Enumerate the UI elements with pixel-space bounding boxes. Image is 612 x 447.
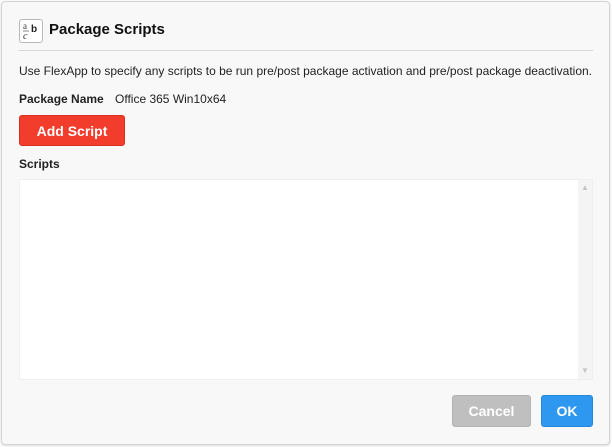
- title-divider: [19, 50, 593, 51]
- scroll-up-icon[interactable]: ▲: [578, 182, 592, 194]
- svg-text:a: a: [23, 21, 27, 31]
- package-name-label: Package Name: [19, 92, 104, 106]
- scroll-down-icon[interactable]: ▼: [578, 365, 592, 377]
- svg-text:c: c: [23, 31, 28, 42]
- add-script-button[interactable]: Add Script: [19, 115, 125, 146]
- text-abc-icon: a b c: [19, 19, 43, 43]
- package-scripts-dialog: a b c Package Scripts Use FlexApp to spe…: [1, 1, 610, 445]
- ok-button[interactable]: OK: [541, 395, 593, 427]
- dialog-title: Package Scripts: [49, 21, 165, 38]
- scripts-scrollbar[interactable]: ▲ ▼: [578, 180, 592, 379]
- dialog-description: Use FlexApp to specify any scripts to be…: [19, 64, 592, 78]
- package-name-value: Office 365 Win10x64: [115, 92, 227, 106]
- scripts-list[interactable]: ▲ ▼: [19, 179, 593, 380]
- cancel-button[interactable]: Cancel: [452, 395, 531, 427]
- scripts-label: Scripts: [19, 157, 60, 171]
- svg-text:b: b: [31, 24, 37, 35]
